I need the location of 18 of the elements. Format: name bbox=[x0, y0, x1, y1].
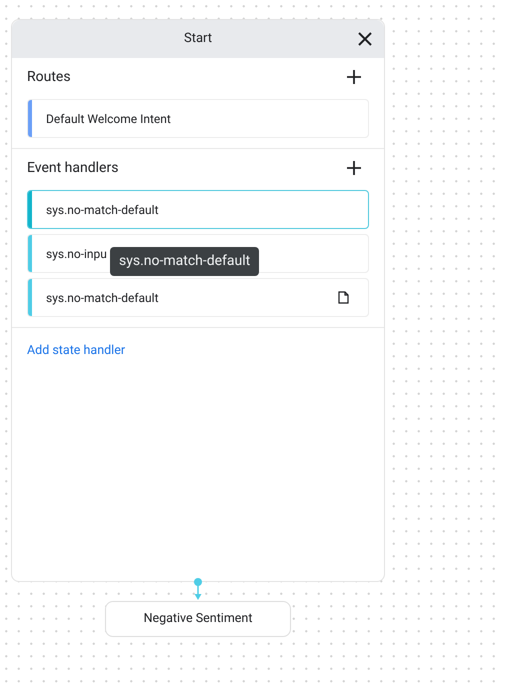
add-icon[interactable] bbox=[347, 161, 361, 175]
tooltip: sys.no-match-default bbox=[110, 247, 260, 276]
section-title: Routes bbox=[27, 68, 71, 86]
panel-title: Start bbox=[184, 30, 212, 48]
close-icon[interactable] bbox=[358, 32, 372, 46]
handler-label: sys.no-match-default bbox=[46, 290, 158, 306]
section-title: Event handlers bbox=[27, 158, 118, 178]
handler-row[interactable]: Default Welcome Intent bbox=[27, 99, 369, 138]
connector-arrow bbox=[193, 577, 203, 601]
file-icon[interactable] bbox=[338, 291, 349, 304]
handler-label: sys.no-inpu bbox=[46, 246, 107, 262]
handler-row[interactable]: sys.no-match-default bbox=[27, 190, 369, 229]
flow-node[interactable]: Negative Sentiment bbox=[105, 601, 291, 637]
add-state-handler-link[interactable]: Add state handler bbox=[27, 343, 126, 358]
handler-row[interactable]: sys.no-match-default bbox=[27, 278, 369, 317]
add-icon[interactable] bbox=[347, 70, 361, 84]
handler-label: Default Welcome Intent bbox=[46, 110, 171, 128]
handler-label: sys.no-match-default bbox=[46, 202, 158, 218]
